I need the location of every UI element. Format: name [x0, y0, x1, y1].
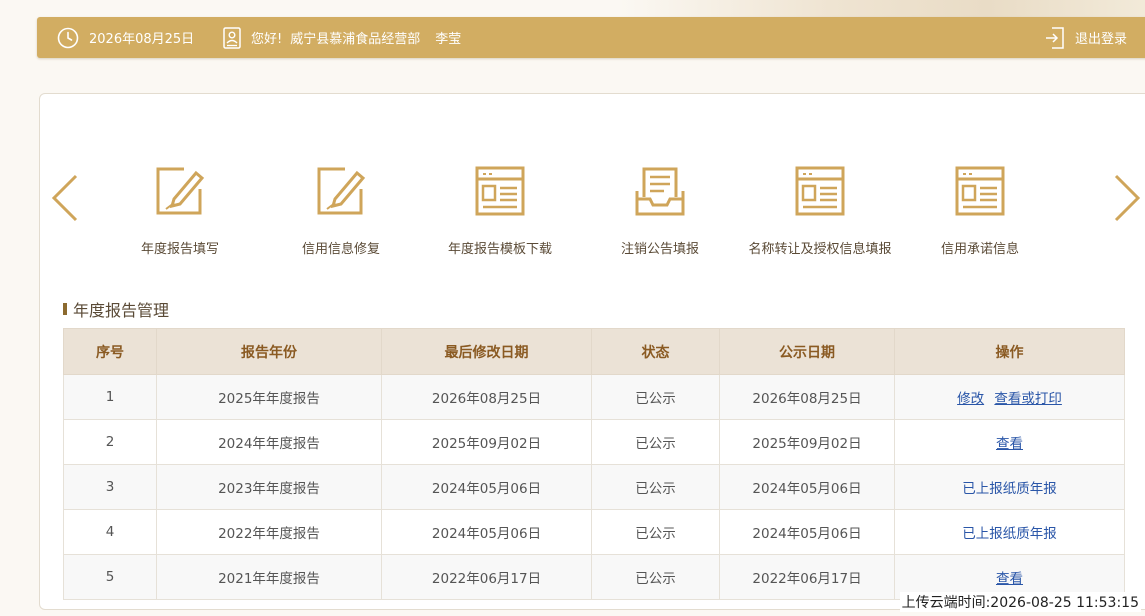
section-marker [63, 303, 67, 315]
section-title-text: 年度报告管理 [73, 301, 170, 320]
row-number: 3 [63, 464, 157, 510]
row-number: 2 [63, 419, 157, 465]
status: 已公示 [591, 374, 720, 420]
view-print-link[interactable]: 查看或打印 [994, 391, 1062, 407]
publish-date: 2025年09月02日 [719, 419, 895, 465]
table-row: 3 2023年年度报告 2024年05月06日 已公示 2024年05月06日 … [63, 464, 1125, 510]
modified-date: 2026年08月25日 [381, 374, 592, 420]
table-row: 1 2025年年度报告 2026年08月25日 已公示 2026年08月25日 … [63, 374, 1125, 420]
user-card-icon [223, 26, 241, 49]
upload-timestamp: 上传云端时间:2026-08-25 11:53:15 [899, 592, 1141, 612]
modified-date: 2024年05月06日 [381, 464, 592, 510]
edit-icon [317, 167, 366, 215]
company-name: 威宁县慕浦食品经营部 [290, 32, 421, 47]
column-header: 公示日期 [719, 328, 895, 375]
greeting-text: 您好! [251, 32, 283, 47]
publish-date: 2024年05月06日 [719, 464, 895, 510]
publish-date: 2026年08月25日 [719, 374, 895, 420]
table-row: 2 2024年年度报告 2025年09月02日 已公示 2025年09月02日 … [63, 419, 1125, 465]
function-label[interactable]: 注销公告填报 [580, 238, 740, 257]
function-label[interactable]: 年度报告模板下载 [420, 238, 580, 257]
annual-report-table: 序号 报告年份 最后修改日期 状态 公示日期 操作 1 2025年年度报告 20… [63, 328, 1125, 600]
status: 已公示 [591, 509, 720, 555]
column-header: 操作 [894, 328, 1125, 375]
function-credit-commitment[interactable]: 信用承诺信息 [900, 165, 1060, 257]
publish-date: 2022年06月17日 [719, 554, 895, 600]
report-year: 2025年年度报告 [156, 374, 382, 420]
carousel-prev-button[interactable] [50, 173, 80, 227]
modified-date: 2024年05月06日 [381, 509, 592, 555]
date-display: 2026年08月25日 [57, 17, 194, 58]
user-info: 您好! 威宁县慕浦食品经营部 李莹 [223, 17, 461, 58]
function-name-transfer[interactable]: 名称转让及授权信息填报 [740, 165, 900, 257]
operations-cell: 查看 [894, 419, 1125, 465]
row-number: 4 [63, 509, 157, 555]
column-header: 状态 [591, 328, 720, 375]
operations-cell: 已上报纸质年报 [894, 464, 1125, 510]
function-label[interactable]: 信用信息修复 [261, 238, 421, 257]
clock-icon [57, 27, 79, 48]
document-icon [475, 166, 525, 216]
section-title: 年度报告管理 [63, 297, 169, 321]
status: 已公示 [591, 419, 720, 465]
table-header-row: 序号 报告年份 最后修改日期 状态 公示日期 操作 [63, 328, 1125, 375]
row-number: 1 [63, 374, 157, 420]
column-header: 最后修改日期 [381, 328, 592, 375]
operations-cell: 修改 查看或打印 [894, 374, 1125, 420]
column-header: 报告年份 [156, 328, 382, 375]
status: 已公示 [591, 464, 720, 510]
top-bar: 2026年08月25日 您好! 威宁县慕浦食品经营部 李莹 退出登录 [37, 17, 1145, 58]
operations-cell: 已上报纸质年报 [894, 509, 1125, 555]
logout-button[interactable]: 退出登录 [1045, 17, 1127, 58]
document-icon [795, 166, 845, 216]
document-icon [955, 166, 1005, 216]
report-year: 2022年年度报告 [156, 509, 382, 555]
inbox-icon [635, 167, 685, 216]
column-header: 序号 [63, 328, 157, 375]
function-credit-repair[interactable]: 信用信息修复 [261, 165, 421, 257]
status: 已公示 [591, 554, 720, 600]
chevron-right-icon [1114, 174, 1141, 222]
logout-label[interactable]: 退出登录 [1075, 28, 1127, 47]
row-number: 5 [63, 554, 157, 600]
table-row: 4 2022年年度报告 2024年05月06日 已公示 2024年05月06日 … [63, 509, 1125, 555]
modified-date: 2022年06月17日 [381, 554, 592, 600]
current-date: 2026年08月25日 [89, 32, 195, 47]
report-year: 2023年年度报告 [156, 464, 382, 510]
edit-icon [156, 167, 205, 215]
paper-report-status: 已上报纸质年报 [962, 526, 1057, 542]
report-year: 2024年年度报告 [156, 419, 382, 465]
function-template-download[interactable]: 年度报告模板下载 [420, 165, 580, 257]
function-label[interactable]: 年度报告填写 [100, 238, 260, 257]
edit-link[interactable]: 修改 [957, 391, 984, 407]
carousel-next-button[interactable] [1112, 173, 1142, 227]
view-link[interactable]: 查看 [996, 571, 1023, 587]
function-label[interactable]: 名称转让及授权信息填报 [740, 238, 900, 257]
logout-icon [1046, 26, 1064, 49]
publish-date: 2024年05月06日 [719, 509, 895, 555]
report-year: 2021年年度报告 [156, 554, 382, 600]
modified-date: 2025年09月02日 [381, 419, 592, 465]
function-deregistration-notice[interactable]: 注销公告填报 [580, 165, 740, 257]
function-annual-report-fill[interactable]: 年度报告填写 [100, 165, 260, 257]
user-name: 李莹 [435, 32, 462, 47]
chevron-left-icon [51, 174, 78, 222]
function-label[interactable]: 信用承诺信息 [900, 238, 1060, 257]
view-link[interactable]: 查看 [996, 436, 1023, 452]
paper-report-status: 已上报纸质年报 [962, 481, 1057, 497]
